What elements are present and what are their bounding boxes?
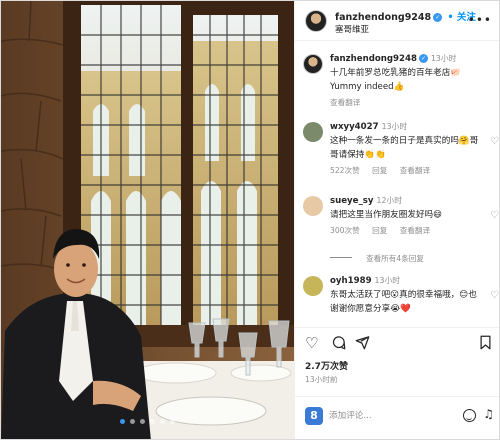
more-options-icon[interactable]: ••• [468,13,492,27]
comment-item: wxyy4027 13小时 这种一条发一条的日子是真实的吗🤗哥哥请保持👏👏 522… [303,120,499,178]
comment-input[interactable]: 添加评论... [329,409,372,421]
comment-username[interactable]: oyh1989 [330,276,372,286]
view-replies-link[interactable]: 查看所有4条回复 [303,253,424,264]
emoji-picker-button[interactable]: 8 [305,407,323,425]
comment-reply-button[interactable]: 回复 [372,166,387,175]
carousel-dot [130,419,135,424]
caption: fanzhendong9248 ✓ 13小时 十几年前罗总吃乳猪的百年老店🐖 Yum… [303,52,493,110]
comment-likes[interactable]: 300次赞 [330,226,360,235]
carousel-dot [120,419,125,424]
carousel-dot [160,419,165,424]
caption-time[interactable]: 13小时 [431,54,457,63]
likes-count[interactable]: 2.7万次赞 [305,359,348,372]
carousel-dot [140,419,145,424]
post-location[interactable]: 塞哥维亚 [335,23,369,35]
caption-avatar[interactable] [303,54,323,74]
commenter-avatar[interactable] [303,196,323,216]
comment-like-heart-icon[interactable]: ♡ [490,210,499,221]
comment-icon[interactable] [331,335,346,353]
comment-translate-link[interactable]: 查看翻译 [400,166,430,175]
post-side-panel: fanzhendong9248 ✓ • 关注 塞哥维亚 ••• fanzhendo… [294,1,499,439]
caption-text: 十几年前罗总吃乳猪的百年老店🐖 Yummy indeed👍 [330,68,462,92]
comment-item: oyh1989 13小时 东哥太活跃了吧😮真的很幸福哦，😊也谢谢你愿意分享😭❤️ … [303,274,499,316]
verified-badge-icon: ✓ [418,54,428,63]
heart-icon[interactable]: ♡ [305,335,318,351]
comment-composer: 8 添加评论... ♫ [295,396,499,436]
post-photo[interactable] [1,1,294,439]
comment-username[interactable]: wxyy4027 [330,122,379,132]
bookmark-icon[interactable] [479,335,492,353]
caption-username[interactable]: fanzhendong9248 [330,54,417,64]
comment-like-heart-icon[interactable]: ♡ [490,136,499,147]
comment-username[interactable]: sueye_sy [330,196,374,206]
comment-time[interactable]: 12小时 [377,196,403,205]
author-line: fanzhendong9248 ✓ • 关注 [335,9,476,23]
caption-translate-link[interactable]: 查看翻译 [330,98,360,107]
commenter-avatar[interactable] [303,122,323,142]
comments-scroll-area[interactable]: fanzhendong9248 ✓ 13小时 十几年前罗总吃乳猪的百年老店🐖 Yum… [295,42,499,327]
post-date: 13小时前 [305,375,338,384]
replies-divider [330,257,352,258]
comment-item: sueye_sy 12小时 请把这里当作朋友圈发好吗😄 300次赞 回复 查看翻译… [303,194,499,238]
restaurant-photo [1,1,294,439]
view-replies-label[interactable]: 查看所有4条回复 [366,254,424,263]
comment-like-heart-icon[interactable]: ♡ [490,290,499,301]
commenter-avatar[interactable] [303,276,323,296]
comment-time[interactable]: 13小时 [382,122,408,131]
comment-translate-link[interactable]: 查看翻译 [400,226,430,235]
verified-badge-icon: ✓ [433,13,443,22]
post-header: fanzhendong9248 ✓ • 关注 塞哥维亚 ••• [295,1,499,41]
audio-icon[interactable]: ♫ [483,407,494,421]
share-icon[interactable] [355,335,370,353]
comment-reply-button[interactable]: 回复 [372,226,387,235]
instagram-post-window: fanzhendong9248 ✓ • 关注 塞哥维亚 ••• fanzhendo… [0,0,500,440]
comment-text: 这种一条发一条的日子是真实的吗🤗哥哥请保持👏👏 [330,136,479,160]
post-actions-bar: ♡ [295,327,499,361]
comment-text: 请把这里当作朋友圈发好吗😄 [330,210,443,220]
author-username[interactable]: fanzhendong9248 [335,12,431,23]
author-avatar[interactable] [305,10,327,32]
comment-likes[interactable]: 522次赞 [330,166,360,175]
comment-text: 东哥太活跃了吧😮真的很幸福哦，😊也谢谢你愿意分享😭❤️ [330,290,477,314]
carousel-dot [170,419,175,424]
carousel-dot [150,419,155,424]
smiley-icon[interactable] [463,409,476,422]
comment-time[interactable]: 13小时 [375,276,401,285]
carousel-indicator [1,419,294,424]
